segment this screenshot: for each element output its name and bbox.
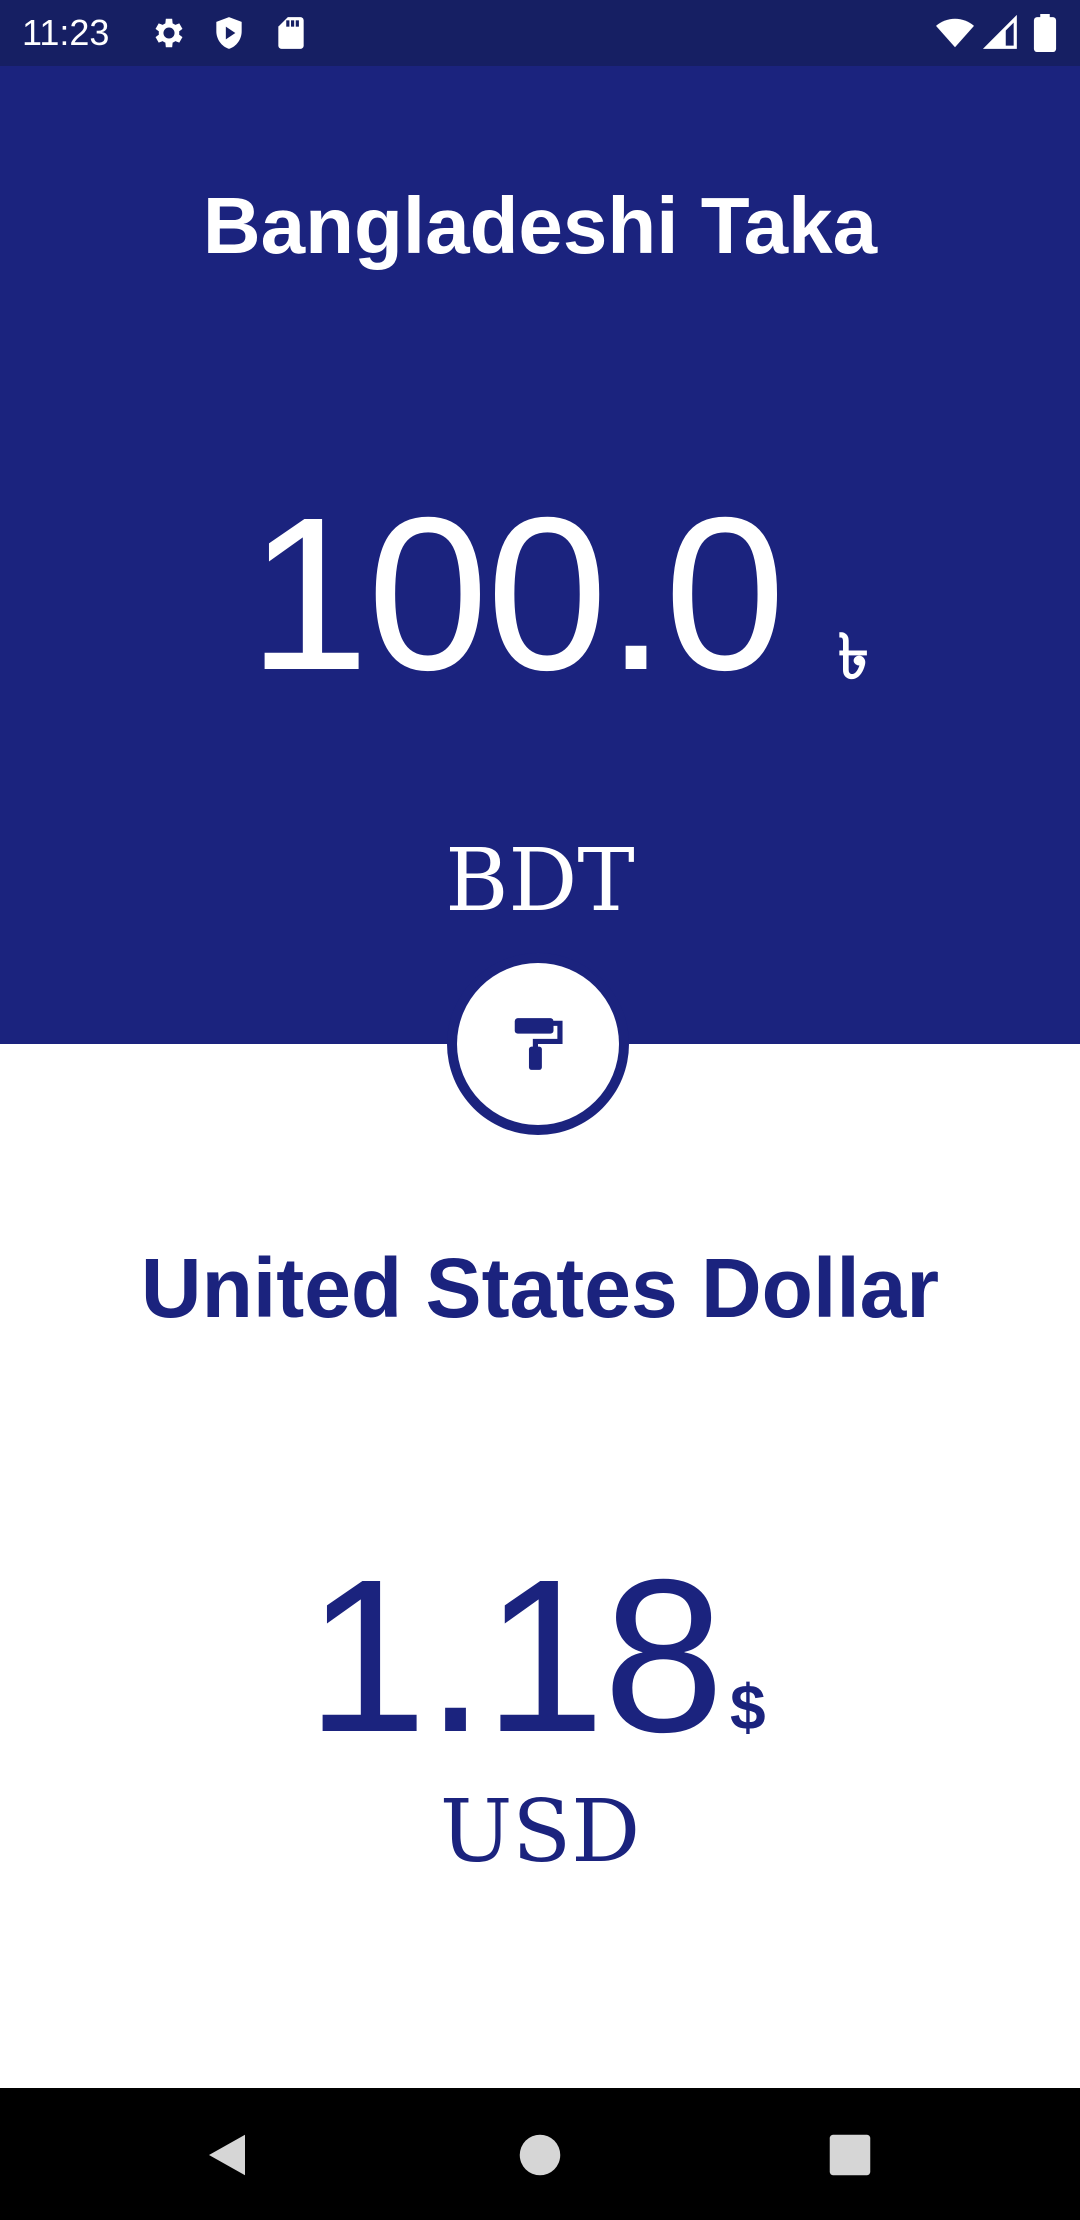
to-currency-symbol: $ (730, 1671, 766, 1743)
paint-roller-icon (507, 1013, 569, 1075)
back-icon[interactable] (200, 2128, 254, 2182)
from-amount[interactable]: 100.0 (248, 480, 786, 710)
recents-icon[interactable] (823, 2128, 877, 2182)
from-currency-panel[interactable]: Bangladeshi Taka 100.0 ৳ BDT (0, 66, 1080, 1044)
from-currency-name: Bangladeshi Taka (202, 181, 878, 270)
battery-icon (1030, 14, 1060, 52)
from-currency-symbol: ৳ (838, 620, 869, 693)
from-currency-code: BDT (445, 831, 635, 931)
wifi-icon (936, 14, 974, 52)
to-amount: 1.18 (306, 1535, 724, 1778)
home-icon[interactable] (513, 2128, 567, 2182)
to-currency-name[interactable]: United States Dollar (0, 1238, 1080, 1338)
status-bar: 11:23 (0, 0, 1080, 66)
status-time: 11:23 (22, 12, 110, 53)
settings-icon (150, 14, 188, 52)
paint-roller-button[interactable] (447, 953, 629, 1135)
shield-icon (210, 14, 248, 52)
to-currency-code: USD (439, 1782, 641, 1882)
sd-card-icon (272, 14, 310, 52)
paint-roller-button-face (457, 963, 619, 1125)
navigation-bar (0, 2088, 1080, 2220)
signal-icon (982, 14, 1020, 52)
